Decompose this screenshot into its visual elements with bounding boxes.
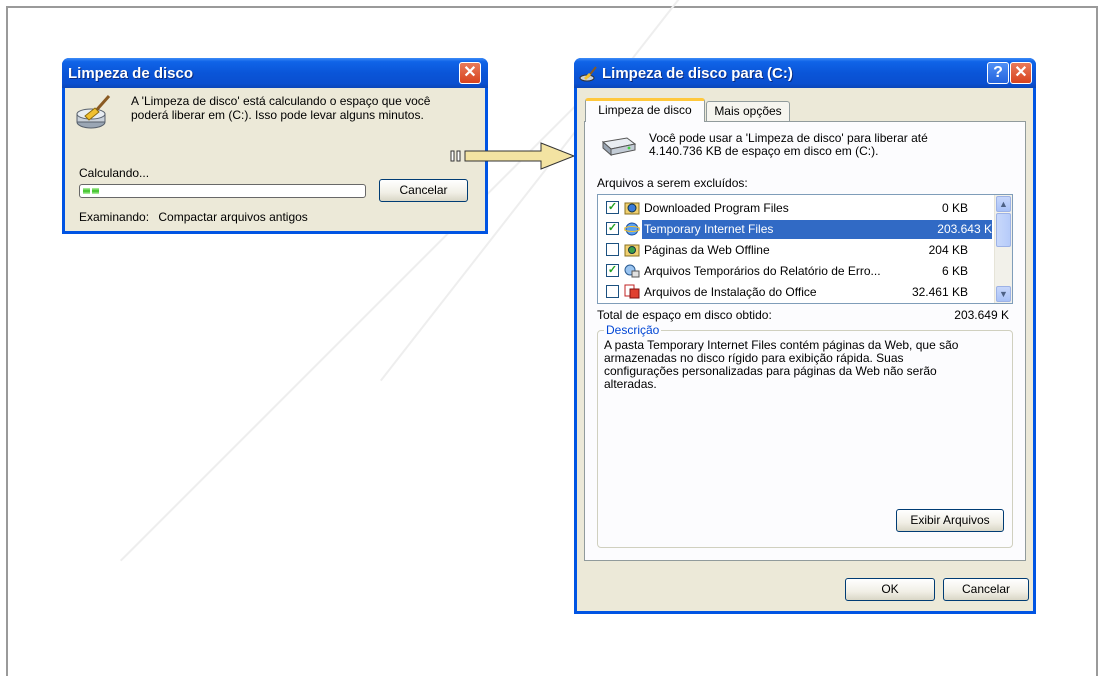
list-item[interactable]: Páginas da Web Offline 204 KB [598,240,996,261]
files-list[interactable]: ✓ Downloaded Program Files 0 KB ✓ Tempor… [597,194,1013,304]
ok-button[interactable]: OK [845,578,935,601]
description-group: Descrição A pasta Temporary Internet Fil… [597,323,1013,548]
progress-bar [79,184,366,198]
progress-message-line1: A 'Limpeza de disco' está calculando o e… [131,94,431,108]
scroll-up-button[interactable]: ▲ [996,196,1011,212]
disk-cleanup-icon [579,66,597,82]
list-item[interactable]: ✓ Temporary Internet Files 203.643 K [598,219,996,240]
close-icon: ✕ [463,64,477,81]
disk-cleanup-dialog: Limpeza de disco para (C:) ? ✕ Limpeza d… [574,58,1036,614]
checkbox-checked[interactable]: ✓ [606,201,619,214]
scanning-item: Compactar arquivos antigos [158,210,308,224]
intro-line2: 4.140.736 KB de espaço em disco em (C:). [649,144,879,158]
progress-dialog-title: Limpeza de disco [68,65,194,82]
total-label: Total de espaço em disco obtido: [597,308,772,322]
progress-dialog: Limpeza de disco ✕ A 'Limpeza de disco' … [62,58,488,234]
checkbox-checked[interactable]: ✓ [606,222,619,235]
tab-limpeza-de-disco[interactable]: Limpeza de disco [585,98,705,122]
file-size: 0 KB [941,201,968,215]
disk-cleanup-title: Limpeza de disco para (C:) [602,65,793,82]
description-text: A pasta Temporary Internet Files contém … [604,339,958,391]
help-button[interactable]: ? [987,62,1009,84]
description-legend: Descrição [604,323,662,337]
progress-message-line2: poderá liberar em (C:). Isso pode levar … [131,108,424,122]
cancel-button[interactable]: Cancelar [379,179,468,202]
progress-bar-fill [83,188,99,194]
file-size: 204 KB [928,243,968,257]
chevron-up-icon: ▲ [999,199,1008,209]
file-size: 203.643 K [933,220,992,239]
intro-text: Você pode usar a 'Limpeza de disco' para… [649,132,928,158]
checkbox-unchecked[interactable] [606,243,619,256]
description-line: alteradas. [604,377,657,391]
connector-arrow [450,142,576,170]
cancel-button[interactable]: Cancelar [943,578,1029,601]
globe-folder-icon [624,202,640,215]
total-value: 203.649 K [954,308,1009,322]
disk-cleanup-titlebar[interactable]: Limpeza de disco para (C:) ? ✕ [574,58,1036,88]
close-button[interactable]: ✕ [459,62,481,84]
file-size: 6 KB [941,264,968,278]
scanning-status: Examinando: Compactar arquivos antigos [79,210,308,224]
progress-block [92,188,99,194]
file-name: Arquivos de Instalação do Office [644,285,817,299]
files-list-scrollbar[interactable]: ▲ ▼ [994,195,1012,303]
list-item[interactable]: Arquivos de Instalação do Office 32.461 … [598,282,996,303]
progress-block [83,188,90,194]
chevron-down-icon: ▼ [999,289,1008,299]
disk-cleanup-body: Limpeza de disco Mais opções Você pode u… [577,88,1033,611]
description-line: configurações personalizadas para página… [604,364,937,378]
close-button[interactable]: ✕ [1010,62,1032,84]
list-item[interactable]: ✓ Arquivos Temporários do Relatório de E… [598,261,996,282]
error-report-icon [624,264,640,278]
hard-drive-icon [601,137,637,157]
status-text: Calculando... [79,166,150,180]
checkbox-checked[interactable]: ✓ [606,264,619,277]
internet-explorer-icon [624,222,640,236]
file-name: Páginas da Web Offline [644,243,770,257]
checkbox-unchecked[interactable] [606,285,619,298]
progress-message: A 'Limpeza de disco' está calculando o e… [131,94,430,122]
file-name: Downloaded Program Files [644,201,789,215]
list-item[interactable]: ✓ Downloaded Program Files 0 KB [598,198,996,219]
scroll-thumb[interactable] [996,213,1011,247]
disk-cleanup-icon [76,95,111,129]
scanning-label: Examinando: [79,210,150,224]
close-icon: ✕ [1014,64,1028,81]
office-icon [624,284,640,299]
offline-pages-icon [624,244,640,257]
file-name: Temporary Internet Files [642,220,972,239]
tab-panel: Você pode usar a 'Limpeza de disco' para… [584,121,1026,561]
progress-dialog-titlebar[interactable]: Limpeza de disco ✕ [62,58,488,88]
tab-mais-opcoes[interactable]: Mais opções [706,101,790,122]
scroll-down-button[interactable]: ▼ [996,286,1011,302]
files-label: Arquivos a serem excluídos: [597,176,748,190]
help-icon: ? [993,64,1003,81]
file-name: Arquivos Temporários do Relatório de Err… [644,264,881,278]
view-files-button[interactable]: Exibir Arquivos [896,509,1004,532]
progress-dialog-body: A 'Limpeza de disco' está calculando o e… [65,88,485,231]
file-size: 32.461 KB [911,285,968,299]
